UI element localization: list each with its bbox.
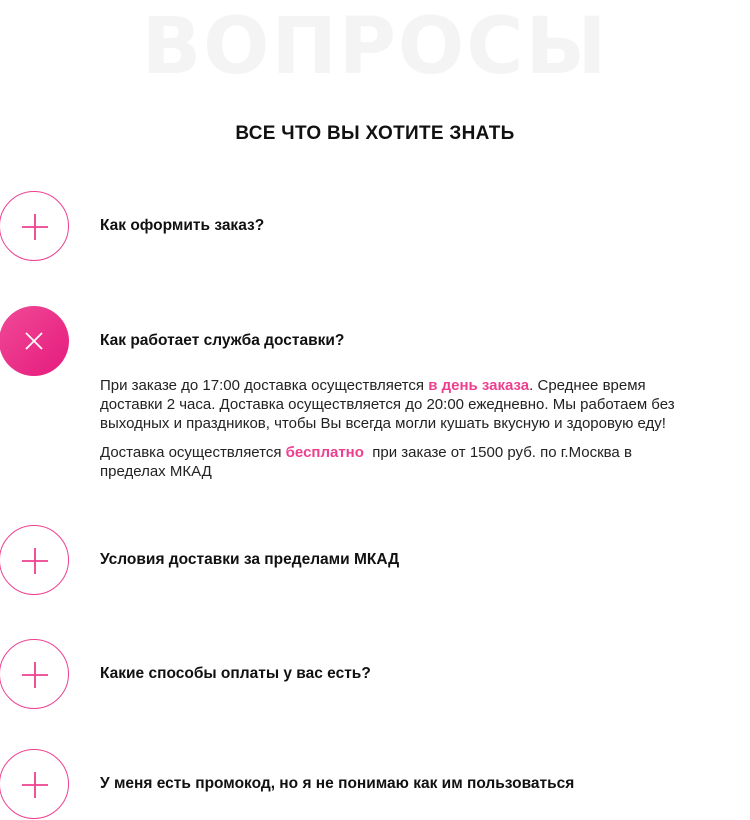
faq-question[interactable]: У меня есть промокод, но я не понимаю ка… [100,774,720,794]
faq-toggle-button[interactable] [0,306,69,376]
answer-paragraph: Доставка осуществляется бесплатно при за… [100,443,675,481]
faq-toggle-button[interactable] [0,191,69,261]
faq-toggle-button[interactable] [0,525,69,595]
faq-question[interactable]: Какие способы оплаты у вас есть? [100,664,720,684]
faq-question[interactable]: Как работает служба доставки? [100,331,720,351]
answer-paragraph: При заказе до 17:00 доставка осуществляе… [100,376,675,433]
plus-icon [22,662,48,688]
close-icon [25,332,43,350]
faq-toggle-button[interactable] [0,639,69,709]
faq-answer: При заказе до 17:00 доставка осуществляе… [100,376,675,491]
faq-question[interactable]: Условия доставки за пределами МКАД [100,550,720,570]
faq-toggle-button[interactable] [0,749,69,819]
answer-text: При заказе до 17:00 доставка осуществляе… [100,377,429,394]
answer-highlight: в день заказа [428,377,530,394]
section-subtitle: ВСЕ ЧТО ВЫ ХОТИТЕ ЗНАТЬ [235,123,515,144]
plus-icon [22,548,48,574]
answer-text: Доставка осуществляется [100,444,286,461]
answer-highlight: бесплатно [285,444,364,461]
section-watermark-title: ВОПРОСЫ [141,2,609,92]
plus-icon [22,214,48,240]
plus-icon [22,772,48,798]
faq-question[interactable]: Как оформить заказ? [100,216,720,236]
